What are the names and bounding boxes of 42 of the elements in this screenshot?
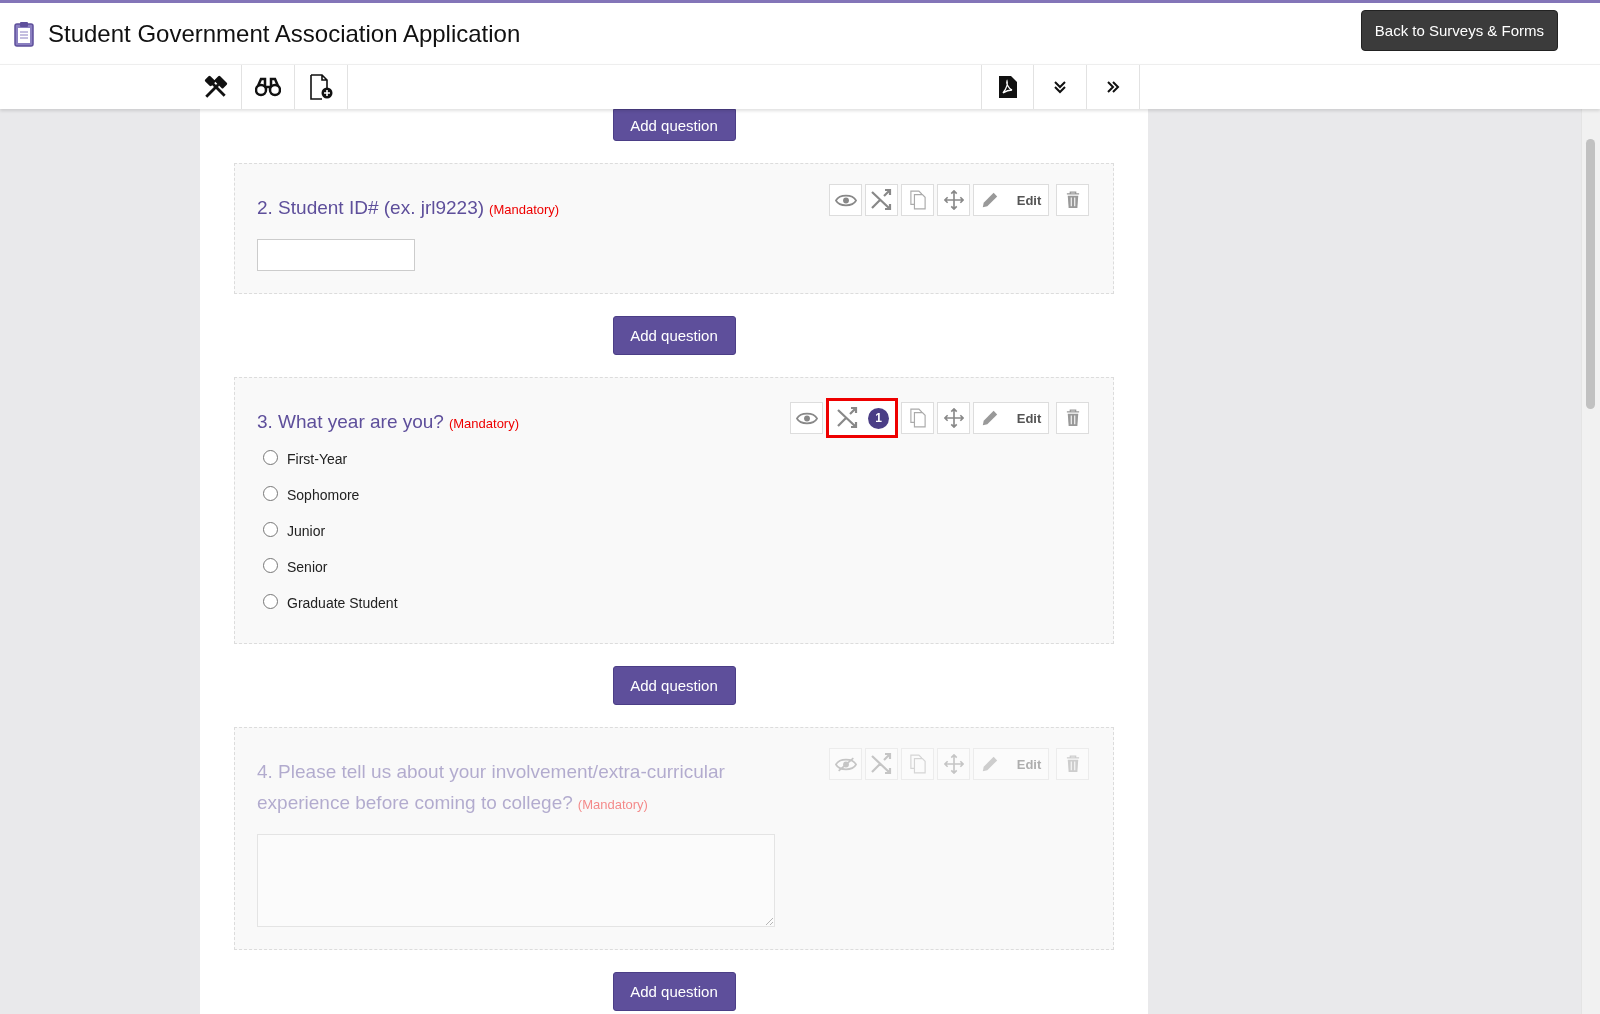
option-label: Sophomore bbox=[287, 487, 360, 503]
add-question-button[interactable]: Add question bbox=[612, 316, 736, 355]
pencil-icon bbox=[980, 755, 999, 773]
double-chevron-right-icon[interactable] bbox=[1087, 65, 1140, 109]
copy-icon[interactable] bbox=[901, 402, 934, 434]
tools-icon[interactable] bbox=[190, 65, 242, 109]
radio-button[interactable] bbox=[263, 593, 278, 609]
option-label: Graduate Student bbox=[287, 595, 398, 611]
edit-button[interactable]: Edit bbox=[973, 402, 1049, 434]
logic-count-badge: 1 bbox=[868, 407, 889, 429]
question-title: 2. Student ID# (ex. jrl9223) (Mandatory) bbox=[257, 196, 560, 220]
option-label: Junior bbox=[287, 523, 326, 539]
clipboard-icon bbox=[14, 20, 34, 47]
radio-button[interactable] bbox=[263, 521, 278, 537]
copy-icon[interactable] bbox=[901, 184, 934, 216]
question-title: 3. What year are you? (Mandatory) bbox=[257, 410, 519, 434]
shuffle-icon[interactable] bbox=[865, 184, 898, 216]
edit-button[interactable]: Edit bbox=[973, 184, 1049, 216]
option-label: First-Year bbox=[287, 451, 348, 467]
pdf-icon[interactable] bbox=[981, 65, 1034, 109]
radio-button[interactable] bbox=[263, 485, 278, 501]
back-button[interactable]: Back to Surveys & Forms bbox=[1360, 10, 1558, 51]
radio-button[interactable] bbox=[263, 449, 278, 465]
pencil-icon bbox=[980, 409, 999, 427]
binoculars-icon[interactable] bbox=[242, 65, 295, 109]
move-icon[interactable] bbox=[937, 402, 970, 434]
answer-field[interactable] bbox=[257, 239, 415, 271]
add-document-icon[interactable] bbox=[295, 65, 348, 109]
double-chevron-down-icon[interactable] bbox=[1034, 65, 1087, 109]
question-title: 4. Please tell us about your involvement/extra-curricular experience before coming to college? (Mandatory) bbox=[257, 760, 726, 815]
delete-icon[interactable] bbox=[1056, 184, 1089, 216]
radio-button[interactable] bbox=[263, 557, 278, 573]
option-label: Senior bbox=[287, 559, 328, 575]
pencil-icon bbox=[980, 191, 999, 209]
delete-icon[interactable] bbox=[1056, 402, 1089, 434]
eye-icon[interactable] bbox=[829, 184, 862, 216]
scrollbar[interactable] bbox=[1581, 109, 1600, 1014]
move-icon[interactable] bbox=[937, 184, 970, 216]
add-question-button[interactable]: Add question bbox=[612, 109, 736, 141]
eye-icon[interactable] bbox=[790, 402, 823, 434]
add-question-button[interactable]: Add question bbox=[612, 666, 736, 705]
page-title: Student Government Association Application bbox=[48, 19, 521, 48]
